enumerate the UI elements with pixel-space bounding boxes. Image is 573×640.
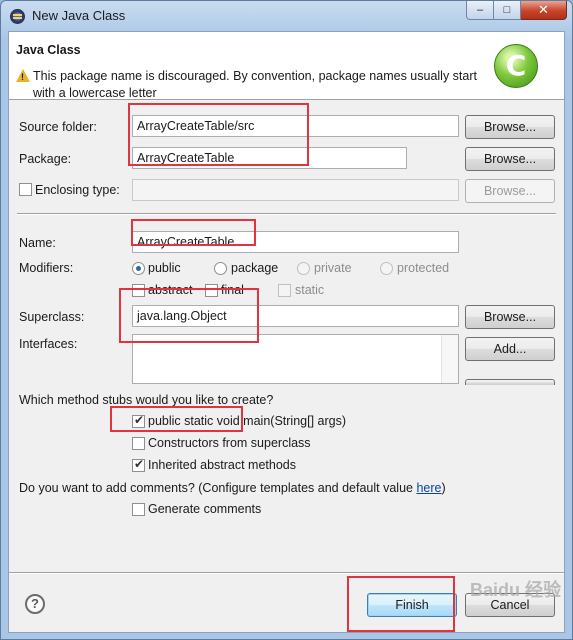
enclosing-type-label: Enclosing type: (35, 183, 120, 197)
add-interface-button[interactable]: Add... (465, 337, 555, 361)
superclass-field[interactable]: java.lang.Object (132, 305, 459, 327)
modifier-protected-radio[interactable] (380, 262, 393, 275)
comments-question-text: Do you want to add comments? (Configure … (19, 481, 417, 495)
footer-separator (9, 572, 564, 574)
window-title: New Java Class (32, 8, 126, 23)
warning-message: This package name is discouraged. By con… (33, 69, 477, 100)
modifier-abstract-label: abstract (148, 283, 193, 297)
superclass-browse-button[interactable]: Browse... (465, 305, 555, 329)
interfaces-list[interactable] (132, 334, 459, 384)
modifier-protected-label: protected (397, 261, 450, 275)
modifier-private-label: private (314, 261, 352, 275)
stub-inherited-checkbox[interactable] (132, 457, 145, 472)
stub-constructors-label: Constructors from superclass (148, 436, 311, 450)
wizard-title: Java Class (16, 43, 81, 57)
modifier-private-radio[interactable] (297, 262, 310, 275)
dialog-client: Java Class ! This package name is discou… (8, 31, 565, 633)
modifier-final-label: final (221, 283, 244, 297)
modifiers-label: Modifiers: (19, 261, 74, 275)
stub-main-label: public static void main(String[] args) (148, 414, 346, 428)
modifier-static-checkbox[interactable] (278, 284, 291, 297)
cancel-button[interactable]: Cancel (465, 593, 555, 617)
wizard-header: Java Class ! This package name is discou… (9, 32, 564, 100)
new-class-logo-icon: C (494, 44, 538, 88)
eclipse-app-icon (10, 9, 25, 24)
separator (17, 213, 556, 215)
source-folder-field[interactable]: ArrayCreateTable/src (132, 115, 459, 137)
modifier-package-label: package (231, 261, 279, 275)
source-folder-label: Source folder: (19, 120, 97, 134)
modifier-final-checkbox[interactable] (205, 284, 218, 297)
generate-comments-label: Generate comments (148, 502, 262, 516)
superclass-label: Superclass: (19, 310, 85, 324)
modifier-public-label: public (148, 261, 181, 275)
maximize-button[interactable]: □ (494, 1, 521, 20)
name-label: Name: (19, 236, 56, 250)
generate-comments-checkbox[interactable] (132, 503, 145, 516)
source-folder-browse-button[interactable]: Browse... (465, 115, 555, 139)
enclosing-type-field[interactable] (132, 179, 459, 201)
dialog-window: New Java Class – □ ✕ Java Class ! This p… (0, 0, 573, 640)
package-browse-button[interactable]: Browse... (465, 147, 555, 171)
enclosing-type-browse-button[interactable]: Browse... (465, 179, 555, 203)
stubs-question: Which method stubs would you like to cre… (19, 393, 274, 407)
finish-button[interactable]: Finish (367, 593, 457, 617)
comments-question-end: ) (441, 481, 446, 495)
enclosing-type-checkbox[interactable] (19, 183, 32, 196)
name-field[interactable]: ArrayCreateTable (132, 231, 459, 253)
minimize-button[interactable]: – (466, 1, 494, 20)
title-bar[interactable]: New Java Class – □ ✕ (1, 1, 572, 31)
remove-interface-button[interactable] (465, 379, 555, 385)
warning-icon: ! (16, 69, 30, 82)
modifier-abstract-checkbox[interactable] (132, 284, 145, 297)
interfaces-scrollbar[interactable] (441, 335, 458, 383)
package-label: Package: (19, 152, 72, 166)
help-icon[interactable]: ? (25, 594, 45, 614)
window-controls: – □ ✕ (466, 1, 567, 21)
close-button[interactable]: ✕ (521, 1, 567, 20)
stub-inherited-label: Inherited abstract methods (148, 458, 296, 472)
package-field[interactable]: ArrayCreateTable (132, 147, 407, 169)
interfaces-label: Interfaces: (19, 337, 78, 351)
comments-question: Do you want to add comments? (Configure … (19, 481, 446, 495)
modifier-package-radio[interactable] (214, 262, 227, 275)
modifier-static-label: static (295, 283, 325, 297)
templates-link[interactable]: here (416, 481, 441, 495)
stub-constructors-checkbox[interactable] (132, 437, 145, 450)
stub-main-checkbox[interactable] (132, 413, 145, 428)
modifier-public-radio[interactable] (132, 262, 145, 275)
